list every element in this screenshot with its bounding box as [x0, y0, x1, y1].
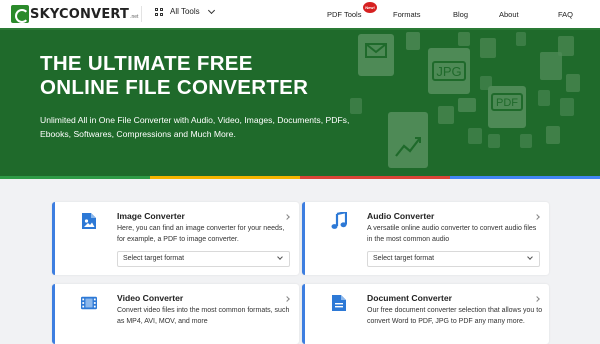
- select-placeholder: Select target format: [373, 255, 435, 262]
- card-title: Video Converter: [117, 293, 184, 303]
- pdf-label: PDF: [496, 97, 518, 109]
- jpg-label: JPG: [436, 64, 461, 79]
- chevron-right-icon[interactable]: [534, 296, 540, 302]
- hero-title-line2: ONLINE FILE CONVERTER: [40, 76, 309, 99]
- nav-link-faq[interactable]: FAQ: [558, 10, 573, 19]
- target-format-select[interactable]: Select target format: [117, 251, 290, 267]
- document-converter-card[interactable]: Document Converter Our free document con…: [302, 284, 549, 344]
- nav-link-blog[interactable]: Blog: [453, 10, 468, 19]
- logo-text: SKYCONVERT: [30, 6, 130, 22]
- card-description: Convert video files into the most common…: [117, 307, 290, 325]
- nav-link-formats[interactable]: Formats: [393, 10, 421, 19]
- hero-illustration: JPG PDF: [350, 32, 580, 168]
- document-icon: [332, 295, 346, 311]
- card-title: Document Converter: [367, 293, 452, 303]
- chevron-down-icon: [527, 254, 533, 260]
- hero-title: THE ULTIMATE FREE ONLINE FILE CONVERTER: [40, 52, 308, 100]
- chevron-right-icon[interactable]: [284, 296, 290, 302]
- file-icon: [546, 126, 560, 144]
- hero-banner: THE ULTIMATE FREE ONLINE FILE CONVERTER …: [0, 28, 600, 176]
- chevron-down-icon: [277, 254, 283, 260]
- card-description: Here, you can find an image converter fo…: [117, 225, 285, 243]
- card-description: A versatile online audio converter to co…: [367, 225, 537, 243]
- chevron-down-icon: [207, 6, 215, 14]
- file-icon: [438, 106, 454, 124]
- card-description: Our free document converter selection th…: [367, 307, 543, 325]
- file-icon: [566, 74, 580, 92]
- image-file-icon: [82, 213, 96, 229]
- site-logo[interactable]: SKYCONVERT .net: [11, 5, 138, 23]
- file-icon: [458, 32, 470, 46]
- file-icon: [516, 32, 526, 46]
- file-icon: [350, 98, 362, 114]
- envelope-icon: [358, 34, 394, 76]
- file-icon: [560, 98, 574, 116]
- file-icon: [488, 134, 500, 148]
- card-title: Image Converter: [117, 211, 185, 221]
- target-format-select[interactable]: Select target format: [367, 251, 540, 267]
- file-icon: [520, 134, 532, 148]
- color-stripe: [0, 176, 600, 179]
- nav-link-pdf-tools[interactable]: PDF Tools: [327, 10, 361, 19]
- top-navbar: SKYCONVERT .net All Tools PDF Tools New!…: [0, 0, 600, 28]
- file-icon: [480, 76, 492, 90]
- grid-icon: [155, 7, 163, 16]
- image-converter-card[interactable]: Image Converter Here, you can find an im…: [52, 202, 299, 275]
- logo-icon: [11, 5, 29, 23]
- new-badge: New!: [363, 2, 377, 13]
- printer-icon: [458, 98, 476, 112]
- film-icon: [81, 296, 97, 310]
- chart-file-icon: [388, 112, 428, 168]
- chevron-right-icon[interactable]: [534, 214, 540, 220]
- video-converter-card[interactable]: Video Converter Convert video files into…: [52, 284, 299, 344]
- hero-subtitle: Unlimited All in One File Converter with…: [40, 115, 350, 139]
- nav-divider: [141, 6, 142, 22]
- all-tools-dropdown[interactable]: All Tools: [155, 6, 215, 16]
- nav-link-about[interactable]: About: [499, 10, 519, 19]
- all-tools-label: All Tools: [170, 7, 200, 16]
- audio-converter-card[interactable]: Audio Converter A versatile online audio…: [302, 202, 549, 275]
- music-note-icon: [331, 212, 347, 229]
- file-icon: [538, 90, 550, 106]
- file-icon: [468, 128, 482, 144]
- pdf-file-icon: PDF: [488, 86, 526, 128]
- file-icon: [406, 32, 420, 50]
- chevron-right-icon[interactable]: [284, 214, 290, 220]
- chart-file-icon: [540, 52, 562, 80]
- logo-suffix: .net: [130, 14, 139, 20]
- file-icon: [480, 38, 496, 58]
- select-placeholder: Select target format: [123, 255, 185, 262]
- hero-title-line1: THE ULTIMATE FREE: [40, 52, 253, 75]
- jpg-file-icon: JPG: [428, 48, 470, 94]
- card-title: Audio Converter: [367, 211, 435, 221]
